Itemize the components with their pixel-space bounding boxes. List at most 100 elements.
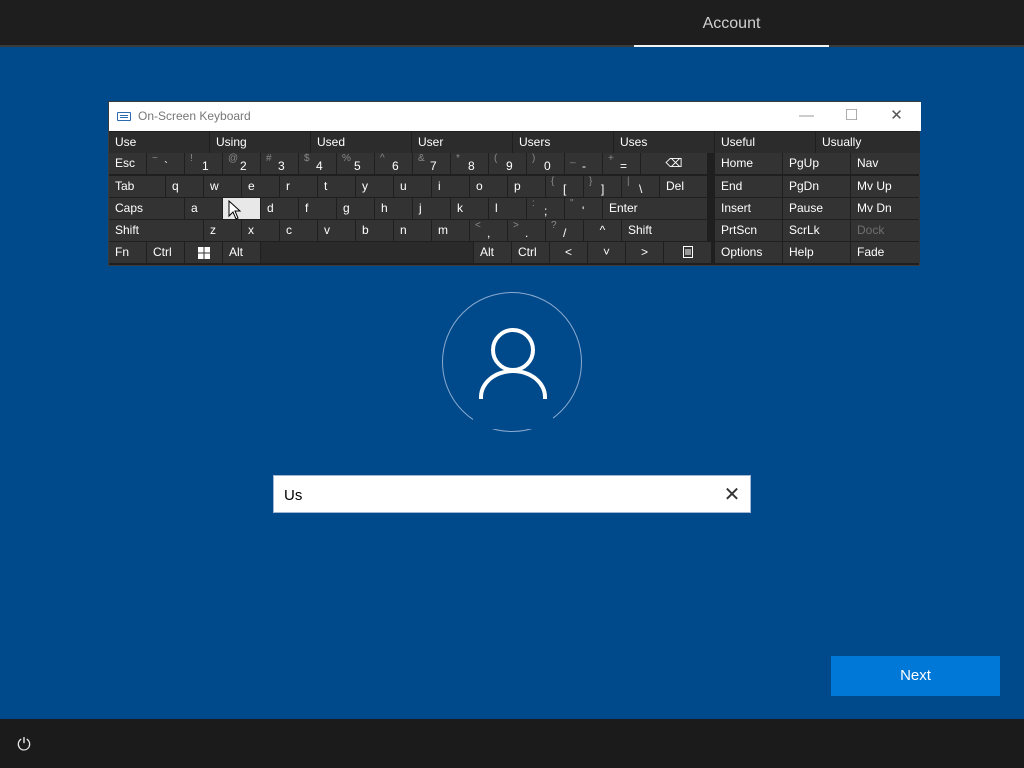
key-1[interactable]: ! 1 <box>185 153 222 174</box>
key-][interactable]: }] <box>584 176 621 197</box>
account-input[interactable] <box>284 485 704 505</box>
key-alt[interactable]: Alt <box>223 242 260 263</box>
key-space[interactable] <box>261 242 473 263</box>
key-4[interactable]: $4 <box>299 153 336 174</box>
key-end[interactable]: End <box>715 176 782 197</box>
key-i[interactable]: i <box>432 176 469 197</box>
key-u[interactable]: u <box>394 176 431 197</box>
key-f[interactable]: f <box>299 198 336 219</box>
key-semicolon[interactable]: :; <box>527 198 564 219</box>
key-7[interactable]: & 7 <box>413 153 450 174</box>
key-tab[interactable]: Tab <box>109 176 165 197</box>
key-del[interactable]: Del <box>660 176 707 197</box>
key-home[interactable]: Home <box>715 153 782 174</box>
next-button[interactable]: Next <box>831 656 1000 696</box>
key-ctrl[interactable]: Ctrl <box>147 242 184 263</box>
key-t[interactable]: t <box>318 176 355 197</box>
key-\[interactable]: | \ <box>622 176 659 197</box>
key-pgup[interactable]: PgUp <box>783 153 850 174</box>
key-d[interactable]: d <box>261 198 298 219</box>
key-shift[interactable]: Shift <box>109 220 203 241</box>
key-insert[interactable]: Insert <box>715 198 782 219</box>
osk-title-bar[interactable]: On-Screen Keyboard — ☐ ✕ <box>109 102 921 131</box>
windows-icon[interactable] <box>185 242 222 263</box>
key-v[interactable]: v <box>318 220 355 241</box>
key-y[interactable]: y <box>356 176 393 197</box>
key-dock[interactable]: Dock <box>851 220 920 241</box>
prediction-usually[interactable]: Usually <box>816 132 920 153</box>
key-caps[interactable]: Caps <box>109 198 184 219</box>
key-scrlk[interactable]: ScrLk <box>783 220 850 241</box>
prediction-user[interactable]: User <box>412 132 512 153</box>
prediction-use[interactable]: Use <box>109 132 209 153</box>
key-down-arrow[interactable]: ˅ <box>588 242 625 263</box>
key-r[interactable]: r <box>280 176 317 197</box>
key-mv-dn[interactable]: Mv Dn <box>851 198 920 219</box>
account-field: ✕ <box>273 475 751 513</box>
prediction-useful[interactable]: Useful <box>715 132 815 153</box>
key-nav[interactable]: Nav <box>851 153 920 174</box>
key-8[interactable]: * 8 <box>451 153 488 174</box>
key-o[interactable]: o <box>470 176 507 197</box>
key-quote[interactable]: " ' <box>565 198 602 219</box>
key-9[interactable]: (9 <box>489 153 526 174</box>
key-mv-up[interactable]: Mv Up <box>851 176 920 197</box>
key-e[interactable]: e <box>242 176 279 197</box>
key-x[interactable]: x <box>242 220 279 241</box>
key-help[interactable]: Help <box>783 242 850 263</box>
minimize-button[interactable]: — <box>784 102 829 131</box>
key-j[interactable]: j <box>413 198 450 219</box>
prediction-users[interactable]: Users <box>513 132 613 153</box>
key-shift-right[interactable]: Shift <box>622 220 707 241</box>
prediction-used[interactable]: Used <box>311 132 411 153</box>
key-a[interactable]: a <box>185 198 222 219</box>
key-sym-1[interactable]: >. <box>508 220 545 241</box>
key-fade[interactable]: Fade <box>851 242 920 263</box>
key-g[interactable]: g <box>337 198 374 219</box>
key-w[interactable]: w <box>204 176 241 197</box>
key-esc[interactable]: Esc <box>109 153 146 174</box>
key-up-arrow[interactable]: ^ <box>584 220 621 241</box>
key-=[interactable]: + = <box>603 153 640 174</box>
key-prtscn[interactable]: PrtScn <box>715 220 782 241</box>
key-backspace[interactable]: ⌫ <box>641 153 707 174</box>
key-left-arrow[interactable]: < <box>550 242 587 263</box>
key-b[interactable]: b <box>356 220 393 241</box>
clear-icon[interactable]: ✕ <box>721 484 743 506</box>
key-fn[interactable]: Fn <box>109 242 146 263</box>
key-right-arrow[interactable]: > <box>626 242 663 263</box>
close-button[interactable]: ✕ <box>874 102 919 131</box>
key-sym-0[interactable]: <, <box>470 220 507 241</box>
key-h[interactable]: h <box>375 198 412 219</box>
key-z[interactable]: z <box>204 220 241 241</box>
key--[interactable]: _ - <box>565 153 602 174</box>
key-6[interactable]: ^ 6 <box>375 153 412 174</box>
key-2[interactable]: @2 <box>223 153 260 174</box>
ease-of-access-icon[interactable]: ⏻ <box>14 735 34 755</box>
maximize-button[interactable]: ☐ <box>829 102 874 131</box>
key-0[interactable]: ) 0 <box>527 153 564 174</box>
key-alt-right[interactable]: Alt <box>474 242 511 263</box>
prediction-uses[interactable]: Uses <box>614 132 714 153</box>
key-c[interactable]: c <box>280 220 317 241</box>
key-[[interactable]: {[ <box>546 176 583 197</box>
key-n[interactable]: n <box>394 220 431 241</box>
key-shift-char: " <box>570 198 574 209</box>
key-q[interactable]: q <box>166 176 203 197</box>
key-m[interactable]: m <box>432 220 469 241</box>
key-`[interactable]: ~ ` <box>147 153 184 174</box>
key-sym-2[interactable]: ? / <box>546 220 583 241</box>
key-l[interactable]: l <box>489 198 526 219</box>
menu-key-icon[interactable] <box>664 242 711 263</box>
key-pgdn[interactable]: PgDn <box>783 176 850 197</box>
key-5[interactable]: % 5 <box>337 153 374 174</box>
key-3[interactable]: #3 <box>261 153 298 174</box>
key-k[interactable]: k <box>451 198 488 219</box>
key-pause[interactable]: Pause <box>783 198 850 219</box>
key-ctrl-right[interactable]: Ctrl <box>512 242 549 263</box>
tab-account[interactable]: Account <box>634 0 829 47</box>
key-p[interactable]: p <box>508 176 545 197</box>
key-options[interactable]: Options <box>715 242 782 263</box>
prediction-using[interactable]: Using <box>210 132 310 153</box>
key-enter[interactable]: Enter <box>603 198 707 219</box>
